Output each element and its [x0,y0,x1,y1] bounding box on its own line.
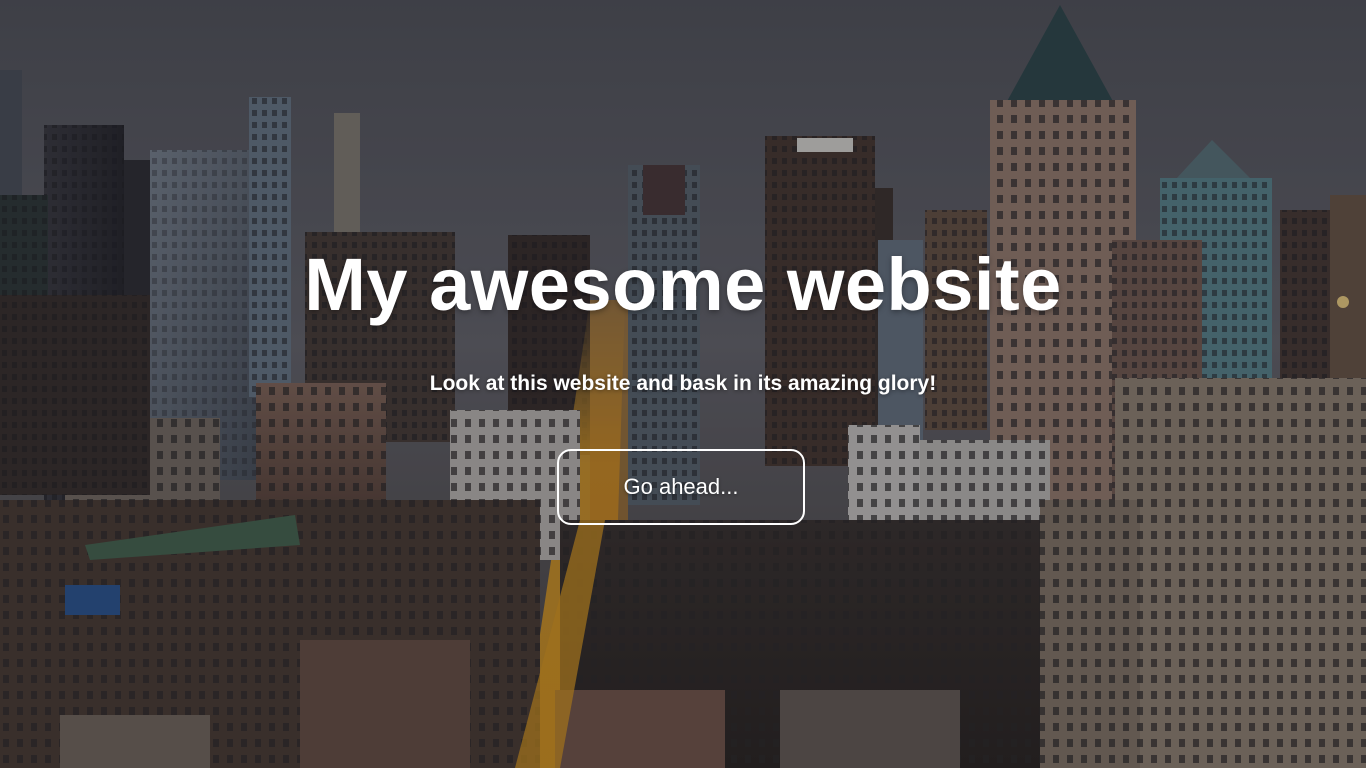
hero-subtitle: Look at this website and bask in its ama… [429,372,937,395]
hero-section: My awesome website Look at this website … [0,0,1366,768]
hero-content: My awesome website Look at this website … [0,0,1366,768]
go-ahead-button[interactable]: Go ahead... [557,449,805,525]
hero-title: My awesome website [304,243,1062,326]
